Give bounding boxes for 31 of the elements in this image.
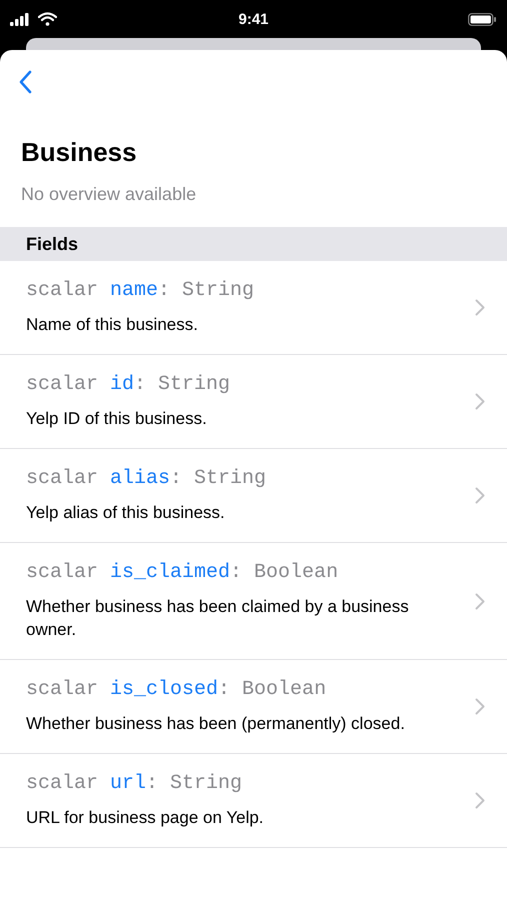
field-signature: scalar id: String (26, 373, 232, 397)
field-description: Yelp alias of this business. (26, 502, 226, 524)
chevron-icon (475, 487, 485, 504)
chevron-icon (475, 299, 485, 316)
field-row[interactable]: scalar url: String URL for business page on Yelp. (0, 754, 507, 848)
field-description: Whether business has been (permanently) closed. (26, 713, 406, 735)
chevron-icon (475, 792, 485, 809)
field-row[interactable]: scalar is_claimed: Boolean Whether business has been claimed by a business owner. (0, 543, 507, 660)
chevron-icon (475, 592, 485, 610)
wifi-icon (38, 12, 57, 26)
field-signature: scalar url: String (26, 772, 244, 796)
field-signature: scalar alias: String (26, 467, 268, 491)
chevron-icon (475, 393, 485, 410)
battery-icon (468, 12, 497, 26)
signal-icon (10, 12, 30, 26)
field-row[interactable]: scalar alias: String Yelp alias of this business. (0, 449, 507, 543)
field-row[interactable]: scalar is_closed: Boolean Whether business has been (permanently) closed. (0, 660, 507, 754)
chevron-icon (475, 698, 485, 715)
page-subtitle: No overview available (21, 183, 198, 206)
field-signature: scalar is_claimed: Boolean (26, 561, 340, 585)
field-row[interactable]: scalar id: String Yelp ID of this business. (0, 355, 507, 449)
status-time: 9:41 (237, 10, 270, 28)
field-description: Name of this business. (26, 314, 199, 336)
section-title: Fields (26, 234, 78, 254)
field-row[interactable]: scalar name: String Name of this business. (0, 261, 507, 355)
field-description: Yelp ID of this business. (26, 408, 208, 430)
page-title: Business (21, 136, 138, 168)
field-description: Whether business has been claimed by a business owner. (26, 596, 410, 641)
field-signature: scalar name: String (26, 279, 256, 303)
field-signature: scalar is_closed: Boolean (26, 678, 328, 702)
field-description: URL for business page on Yelp. (26, 807, 265, 829)
